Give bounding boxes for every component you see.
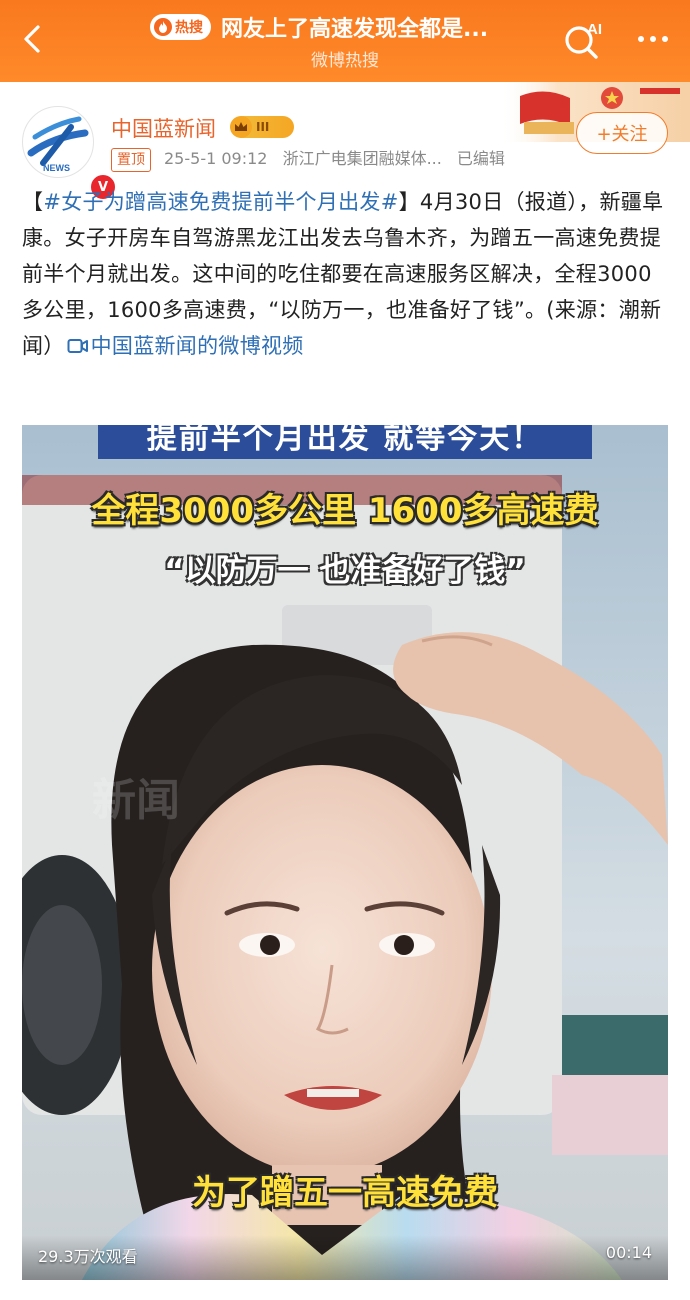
video-watermark: 新闻 xyxy=(92,776,180,825)
video-link-icon xyxy=(65,334,91,358)
page-title: 网友上了高速发现全都是... xyxy=(221,17,489,42)
video-caption-line2: 全程3000多公里 1600多高速费 xyxy=(91,491,599,531)
bracket-open: 【 xyxy=(22,190,44,214)
post-text: 【#女子为蹭高速免费提前半个月出发#】4月30日（报道），新疆阜康。女子开房车自… xyxy=(22,184,668,364)
crown-icon xyxy=(230,116,252,138)
top-nav-bar: 热搜 网友上了高速发现全都是... 微博热搜 AI xyxy=(0,0,690,82)
post-meta: 25-5-1 09:12 浙江广电集团融媒体... 已编辑 xyxy=(164,148,515,170)
level-label: III xyxy=(256,120,270,134)
video-link[interactable]: 中国蓝新闻的微博视频 xyxy=(91,334,304,358)
ai-search-button[interactable]: AI xyxy=(560,14,610,64)
video-view-count: 29.3万次观看 xyxy=(38,1247,138,1266)
hashtag-link[interactable]: #女子为蹭高速免费提前半个月出发# xyxy=(43,190,398,214)
ai-label: AI xyxy=(587,21,602,38)
post-timestamp: 25-5-1 09:12 xyxy=(164,149,268,168)
author-avatar[interactable]: NEWS V xyxy=(22,106,117,201)
title-wrap: 热搜 网友上了高速发现全都是... xyxy=(150,12,550,42)
svg-text:NEWS: NEWS xyxy=(43,163,70,173)
ai-search-icon: AI xyxy=(565,21,602,59)
post-body: 】4月30日（报道），新疆阜康。女子开房车自驾游黑龙江出发去乌鲁木齐，为蹭五一高… xyxy=(22,190,664,358)
news-logo-icon: NEWS xyxy=(24,108,92,176)
video-caption-top: 提前半个月出发 就等今天！ xyxy=(98,425,592,459)
edited-label: 已编辑 xyxy=(456,149,505,168)
video-duration: 00:14 xyxy=(605,1243,652,1262)
more-dot xyxy=(638,36,644,42)
member-level-badge: III xyxy=(230,116,294,138)
more-dot xyxy=(662,36,668,42)
video-caption-line3: “以防万一 也准备好了钱” xyxy=(164,553,526,589)
more-dot xyxy=(650,36,656,42)
pinned-tag: 置顶 xyxy=(111,148,151,172)
video-player[interactable]: 新闻 提前半个月出发 就等今天！ 全程3000多公里 1600多高速费 “以防万… xyxy=(22,425,668,1280)
flame-icon xyxy=(154,18,172,36)
author-name[interactable]: 中国蓝新闻 xyxy=(111,113,216,143)
follow-button[interactable]: +关注 xyxy=(576,112,668,154)
hot-search-badge: 热搜 xyxy=(150,14,211,40)
post-source: 浙江广电集团融媒体... xyxy=(282,149,442,168)
video-caption-bottom: 为了蹭五一高速免费 xyxy=(192,1173,498,1213)
hot-badge-label: 热搜 xyxy=(175,20,203,36)
post-card: NEWS V 中国蓝新闻 III 置顶 25-5-1 09:12 浙江广电集团融… xyxy=(0,82,690,1300)
more-button[interactable] xyxy=(628,22,678,56)
